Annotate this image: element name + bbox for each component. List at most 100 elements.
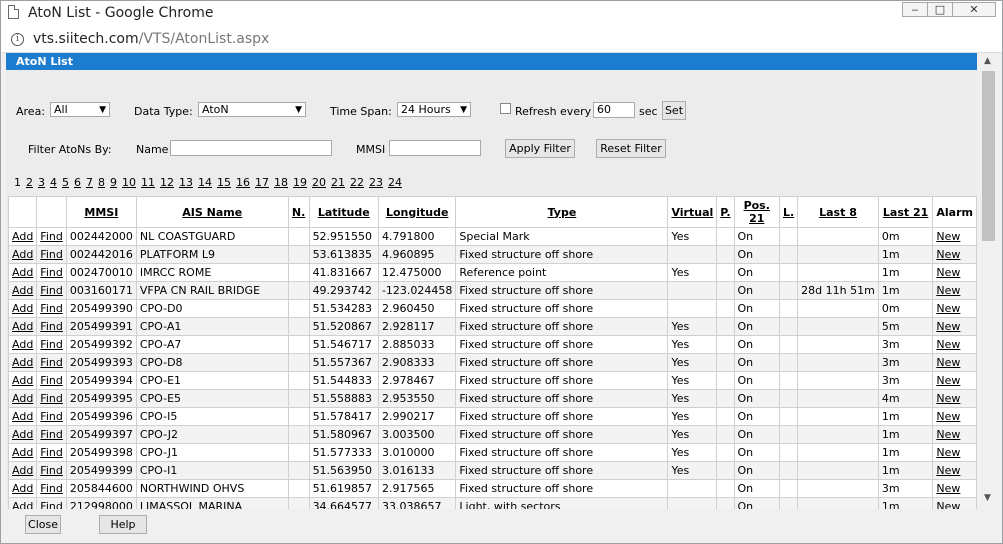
set-button[interactable]: Set bbox=[662, 101, 686, 120]
pager-link[interactable]: 13 bbox=[179, 176, 193, 189]
add-link[interactable]: Add bbox=[12, 284, 33, 297]
pager-link[interactable]: 14 bbox=[198, 176, 212, 189]
add-link[interactable]: Add bbox=[12, 248, 33, 261]
reset-filter-button[interactable]: Reset Filter bbox=[596, 139, 666, 158]
alarm-link[interactable]: New bbox=[936, 446, 960, 459]
alarm-link[interactable]: New bbox=[936, 248, 960, 261]
add-link[interactable]: Add bbox=[12, 356, 33, 369]
col-pos21[interactable]: Pos. 21 bbox=[733, 196, 780, 228]
add-link[interactable]: Add bbox=[12, 428, 33, 441]
col-last8[interactable]: Last 8 bbox=[797, 196, 879, 228]
close-window-button[interactable]: ✕ bbox=[952, 2, 996, 17]
area-select[interactable]: All ▼ bbox=[50, 102, 110, 117]
pager-link[interactable]: 17 bbox=[255, 176, 269, 189]
add-link[interactable]: Add bbox=[12, 482, 33, 495]
pager-link[interactable]: 8 bbox=[98, 176, 105, 189]
pager-link[interactable]: 6 bbox=[74, 176, 81, 189]
pager-link[interactable]: 19 bbox=[293, 176, 307, 189]
scroll-down-icon[interactable]: ▼ bbox=[984, 493, 991, 503]
col-last21[interactable]: Last 21 bbox=[877, 196, 934, 228]
address-bar[interactable]: i vts.siitech.com/VTS/AtonList.aspx bbox=[1, 26, 1002, 53]
add-link[interactable]: Add bbox=[12, 464, 33, 477]
add-link[interactable]: Add bbox=[12, 266, 33, 279]
find-link[interactable]: Find bbox=[40, 392, 63, 405]
find-link[interactable]: Find bbox=[40, 356, 63, 369]
mmsi-filter-input[interactable] bbox=[389, 140, 481, 156]
pager-link[interactable]: 21 bbox=[331, 176, 345, 189]
pager-link[interactable]: 12 bbox=[160, 176, 174, 189]
col-n[interactable]: N. bbox=[287, 196, 310, 228]
pager-link[interactable]: 7 bbox=[86, 176, 93, 189]
find-link[interactable]: Find bbox=[40, 302, 63, 315]
alarm-link[interactable]: New bbox=[936, 428, 960, 441]
find-link[interactable]: Find bbox=[40, 284, 63, 297]
timespan-select[interactable]: 24 Hours ▼ bbox=[397, 102, 471, 117]
col-type[interactable]: Type bbox=[455, 196, 669, 228]
find-link[interactable]: Find bbox=[40, 266, 63, 279]
scrollbar-thumb[interactable] bbox=[982, 71, 995, 241]
alarm-link[interactable]: New bbox=[936, 374, 960, 387]
alarm-link[interactable]: New bbox=[936, 266, 960, 279]
datatype-select[interactable]: AtoN ▼ bbox=[198, 102, 306, 117]
pager-link[interactable]: 4 bbox=[50, 176, 57, 189]
alarm-link[interactable]: New bbox=[936, 356, 960, 369]
pager-link[interactable]: 20 bbox=[312, 176, 326, 189]
find-link[interactable]: Find bbox=[40, 410, 63, 423]
add-link[interactable]: Add bbox=[12, 446, 33, 459]
alarm-link[interactable]: New bbox=[936, 482, 960, 495]
pager-link[interactable]: 22 bbox=[350, 176, 364, 189]
find-link[interactable]: Find bbox=[40, 248, 63, 261]
col-p[interactable]: P. bbox=[716, 196, 735, 228]
pager-link[interactable]: 2 bbox=[26, 176, 33, 189]
col-latitude[interactable]: Latitude bbox=[308, 196, 379, 228]
maximize-button[interactable]: □ bbox=[927, 2, 953, 17]
pager-link[interactable]: 10 bbox=[122, 176, 136, 189]
find-link[interactable]: Find bbox=[40, 446, 63, 459]
add-link[interactable]: Add bbox=[12, 320, 33, 333]
alarm-link[interactable]: New bbox=[936, 392, 960, 405]
add-link[interactable]: Add bbox=[12, 392, 33, 405]
close-button[interactable]: Close bbox=[25, 515, 61, 534]
pager-link[interactable]: 23 bbox=[369, 176, 383, 189]
find-link[interactable]: Find bbox=[40, 464, 63, 477]
find-link[interactable]: Find bbox=[40, 482, 63, 495]
scroll-up-icon[interactable]: ▲ bbox=[984, 56, 991, 66]
col-l[interactable]: L. bbox=[778, 196, 799, 228]
alarm-link[interactable]: New bbox=[936, 320, 960, 333]
add-link[interactable]: Add bbox=[12, 410, 33, 423]
pager-link[interactable]: 24 bbox=[388, 176, 402, 189]
alarm-link[interactable]: New bbox=[936, 338, 960, 351]
alarm-link[interactable]: New bbox=[936, 230, 960, 243]
col-ais-name[interactable]: AIS Name bbox=[135, 196, 289, 228]
vertical-scrollbar[interactable]: ▲ ▼ bbox=[980, 53, 997, 509]
refresh-interval-input[interactable]: 60 bbox=[593, 102, 635, 118]
find-link[interactable]: Find bbox=[40, 374, 63, 387]
add-link[interactable]: Add bbox=[12, 230, 33, 243]
col-virtual[interactable]: Virtual bbox=[667, 196, 718, 228]
find-link[interactable]: Find bbox=[40, 320, 63, 333]
alarm-link[interactable]: New bbox=[936, 284, 960, 297]
pager-link[interactable]: 15 bbox=[217, 176, 231, 189]
pager-link[interactable]: 16 bbox=[236, 176, 250, 189]
add-link[interactable]: Add bbox=[12, 338, 33, 351]
find-link[interactable]: Find bbox=[40, 428, 63, 441]
help-button[interactable]: Help bbox=[99, 515, 147, 534]
pager-link[interactable]: 5 bbox=[62, 176, 69, 189]
refresh-checkbox[interactable] bbox=[500, 103, 511, 114]
col-longitude[interactable]: Longitude bbox=[377, 196, 457, 228]
find-link[interactable]: Find bbox=[40, 338, 63, 351]
pager-link[interactable]: 18 bbox=[274, 176, 288, 189]
alarm-link[interactable]: New bbox=[936, 464, 960, 477]
add-link[interactable]: Add bbox=[12, 302, 33, 315]
pager-link[interactable]: 3 bbox=[38, 176, 45, 189]
col-mmsi[interactable]: MMSI bbox=[65, 196, 137, 228]
apply-filter-button[interactable]: Apply Filter bbox=[505, 139, 575, 158]
find-link[interactable]: Find bbox=[40, 230, 63, 243]
alarm-link[interactable]: New bbox=[936, 302, 960, 315]
name-filter-input[interactable] bbox=[170, 140, 332, 156]
pager-link[interactable]: 9 bbox=[110, 176, 117, 189]
pager-link[interactable]: 11 bbox=[141, 176, 155, 189]
minimize-button[interactable]: ‒ bbox=[902, 2, 928, 17]
info-icon[interactable]: i bbox=[11, 33, 24, 46]
url-text[interactable]: vts.siitech.com/VTS/AtonList.aspx bbox=[33, 31, 269, 47]
